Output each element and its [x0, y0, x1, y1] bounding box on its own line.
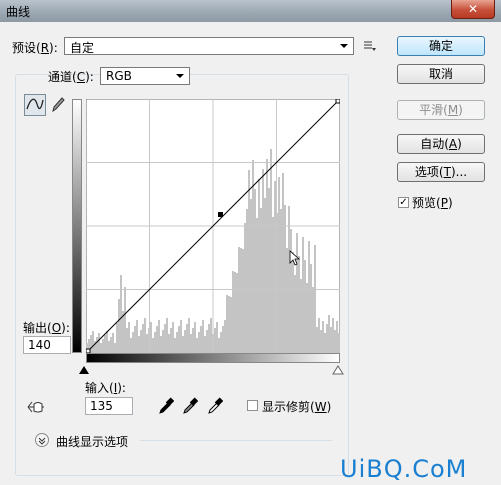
channel-value: RGB [106, 69, 132, 83]
preview-checkbox[interactable]: ✓ [398, 197, 409, 208]
channel-label: 通道(C): [48, 70, 94, 84]
preset-options-icon[interactable] [363, 39, 377, 53]
input-field[interactable]: 135 [85, 397, 133, 415]
curve-point-tool-icon[interactable] [24, 94, 46, 116]
close-button[interactable]: ✕ [451, 0, 495, 19]
black-point-slider[interactable] [78, 365, 90, 375]
on-image-adjust-icon[interactable] [26, 399, 46, 415]
preview-label: 预览(P) [412, 196, 453, 210]
expand-chevron-icon[interactable] [35, 433, 49, 447]
curve-display-options-label: 曲线显示选项 [56, 435, 129, 449]
curve-control-point[interactable] [218, 212, 223, 217]
white-point-eyedropper-icon[interactable] [207, 397, 223, 415]
divider [140, 440, 332, 441]
curve-graph[interactable] [86, 99, 340, 353]
show-clipping-checkbox[interactable] [247, 400, 258, 411]
dialog-body: 预设(R): 自定 确定 取消 平滑(M) 自动(A) 选项(T)... ✓ 预… [0, 22, 501, 485]
cancel-button[interactable]: 取消 [397, 64, 485, 84]
preset-select[interactable]: 自定 [64, 37, 354, 55]
channel-select[interactable]: RGB [100, 67, 190, 85]
output-gradient [72, 99, 82, 353]
chevron-down-icon [340, 44, 348, 48]
curve-endpoint-white[interactable] [335, 99, 340, 104]
pencil-tool-icon[interactable] [50, 96, 66, 114]
output-field[interactable]: 140 [23, 336, 71, 354]
window-title: 曲线 [6, 5, 31, 19]
white-point-slider[interactable] [332, 365, 344, 375]
titlebar: 曲线 ✕ [0, 0, 501, 22]
output-label: 输出(O): [23, 321, 70, 335]
input-label: 输入(I): [85, 381, 126, 395]
options-button[interactable]: 选项(T)... [397, 162, 485, 182]
chevron-down-icon [176, 74, 184, 78]
watermark: UiBQ.CoM [340, 455, 468, 483]
gray-point-eyedropper-icon[interactable] [182, 397, 198, 415]
ok-button[interactable]: 确定 [397, 36, 485, 56]
smooth-button[interactable]: 平滑(M) [397, 100, 485, 120]
input-gradient [86, 353, 340, 363]
preset-value: 自定 [70, 41, 95, 55]
black-point-eyedropper-icon[interactable] [158, 397, 174, 415]
show-clipping-label: 显示修剪(W) [262, 400, 332, 414]
auto-button[interactable]: 自动(A) [397, 134, 485, 154]
preset-label: 预设(R): [12, 41, 58, 55]
